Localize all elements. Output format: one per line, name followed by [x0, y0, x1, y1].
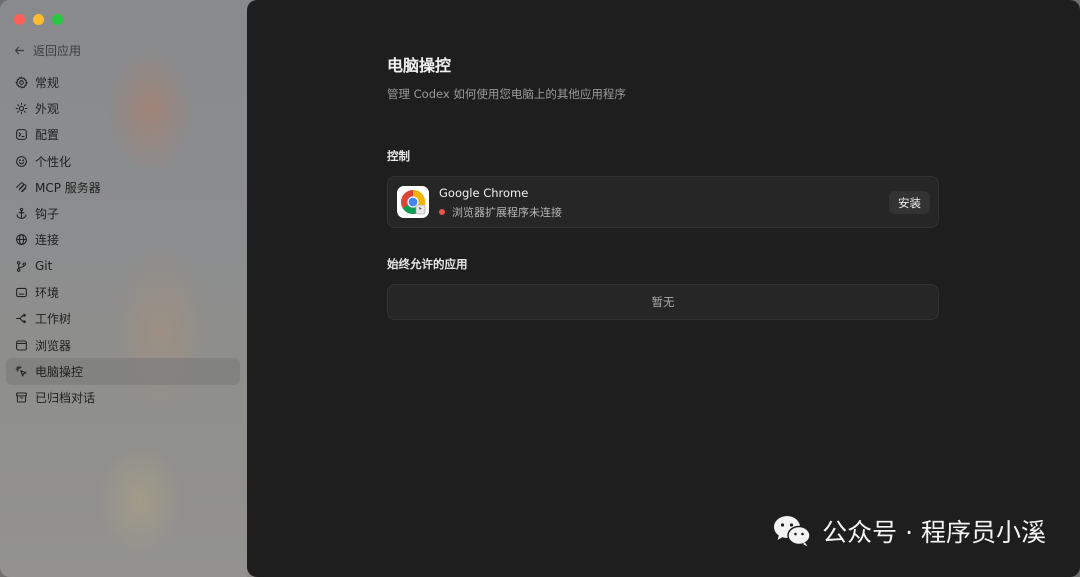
chrome-app-card: Google Chrome 浏览器扩展程序未连接 安装 — [387, 176, 939, 228]
sidebar-item-label: 配置 — [35, 128, 60, 143]
settings-content: 电脑操控 管理 Codex 如何使用您电脑上的其他应用程序 控制 Google … — [387, 52, 939, 320]
sidebar: 返回应用 常规 外观 配置 个性化 MCP 服务器 钩子 连接 Git 环境 工… — [0, 0, 247, 577]
sidebar-item-label: 连接 — [35, 233, 60, 248]
archive-icon — [14, 391, 28, 405]
sidebar-item-archived-chats[interactable]: 已归档对话 — [6, 385, 240, 411]
sidebar-item-personalization[interactable]: 个性化 — [6, 148, 240, 174]
sidebar-item-label: Git — [35, 259, 53, 274]
sun-icon — [14, 101, 28, 115]
mcp-icon — [14, 180, 28, 194]
terminal-icon — [14, 128, 28, 142]
sidebar-item-label: 已归档对话 — [35, 391, 96, 406]
empty-state-text: 暂无 — [651, 295, 675, 309]
app-name: Google Chrome — [439, 186, 529, 200]
watermark-text: 公众号 · 程序员小溪 — [822, 518, 1046, 547]
page-title: 电脑操控 — [387, 56, 452, 75]
sidebar-item-environment[interactable]: 环境 — [6, 279, 240, 305]
sidebar-item-connections[interactable]: 连接 — [6, 227, 240, 253]
globe-icon — [14, 233, 28, 247]
sidebar-item-worktree[interactable]: 工作树 — [6, 306, 240, 332]
sidebar-item-appearance[interactable]: 外观 — [6, 95, 240, 121]
sidebar-item-label: MCP 服务器 — [35, 180, 101, 195]
sidebar-item-label: 外观 — [35, 101, 60, 116]
status-dot-icon — [439, 209, 445, 215]
back-label: 返回应用 — [33, 44, 82, 58]
sidebar-item-label: 钩子 — [35, 207, 60, 222]
worktree-icon — [14, 312, 28, 326]
monitor-icon — [14, 286, 28, 300]
sidebar-item-computer-control[interactable]: 电脑操控 — [6, 358, 240, 385]
arrow-left-icon — [14, 46, 25, 55]
watermark: 公众号 · 程序员小溪 — [772, 513, 1046, 549]
chrome-icon — [397, 186, 429, 218]
sidebar-item-label: 常规 — [35, 75, 60, 90]
status-text: 浏览器扩展程序未连接 — [452, 206, 562, 219]
settings-window: 返回应用 常规 外观 配置 个性化 MCP 服务器 钩子 连接 Git 环境 工… — [0, 0, 1080, 577]
smile-icon — [14, 154, 28, 168]
sidebar-item-label: 浏览器 — [35, 338, 72, 353]
gear-icon — [14, 75, 28, 89]
minimize-window-button[interactable] — [33, 14, 44, 25]
branch-icon — [14, 259, 28, 273]
sidebar-item-label: 个性化 — [35, 154, 72, 169]
sidebar-item-mcp-servers[interactable]: MCP 服务器 — [6, 174, 240, 200]
close-window-button[interactable] — [14, 14, 25, 25]
sidebar-item-config[interactable]: 配置 — [6, 122, 240, 148]
cursor-icon — [14, 364, 28, 378]
wechat-icon — [774, 516, 811, 547]
back-to-app-button[interactable]: 返回应用 — [13, 42, 81, 59]
control-section-label: 控制 — [387, 149, 410, 163]
sidebar-item-label: 电脑操控 — [35, 364, 84, 379]
sidebar-item-git[interactable]: Git — [6, 253, 240, 279]
settings-nav: 常规 外观 配置 个性化 MCP 服务器 钩子 连接 Git 环境 工作树 浏览… — [6, 69, 240, 411]
sidebar-item-label: 工作树 — [35, 312, 72, 327]
window-controls — [14, 14, 63, 25]
main-panel: 电脑操控 管理 Codex 如何使用您电脑上的其他应用程序 控制 Google … — [247, 0, 1080, 577]
sidebar-item-hooks[interactable]: 钩子 — [6, 200, 240, 226]
allowed-apps-list: 暂无 — [387, 284, 939, 320]
sidebar-item-general[interactable]: 常规 — [6, 69, 240, 95]
sidebar-item-browser[interactable]: 浏览器 — [6, 332, 240, 358]
anchor-icon — [14, 207, 28, 221]
install-button[interactable]: 安装 — [889, 191, 930, 214]
browser-icon — [14, 338, 28, 352]
maximize-window-button[interactable] — [52, 14, 63, 25]
sidebar-item-label: 环境 — [35, 286, 60, 301]
connection-status: 浏览器扩展程序未连接 — [439, 204, 562, 220]
page-subtitle: 管理 Codex 如何使用您电脑上的其他应用程序 — [387, 87, 626, 101]
allowed-apps-section-label: 始终允许的应用 — [387, 257, 468, 271]
